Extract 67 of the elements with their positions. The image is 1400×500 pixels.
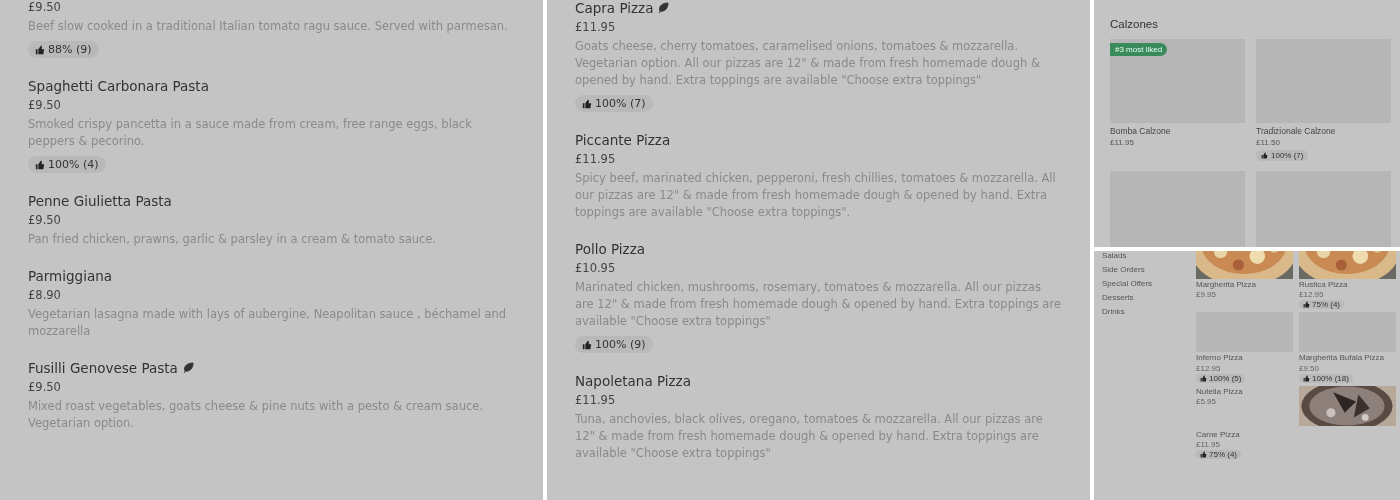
item-description: Marinated chicken, mushrooms, rosemary, tomatoes & mozzarella. All our pizzas are 12" & made from fresh homemade dough & opened by hand. Extra toppings are available "Choose extra toppings": [575, 279, 1062, 330]
item-name: Nutella Pizza: [1196, 386, 1243, 396]
item-name: Parmiggiana: [28, 268, 112, 284]
item-name: Inferno Pizza: [1196, 353, 1243, 363]
thumbs-up-icon: [582, 339, 592, 350]
rating-badge: 100% (7): [1256, 150, 1309, 161]
thumbs-up-icon: [582, 98, 592, 109]
item-price: £11.95: [575, 152, 616, 166]
rating-badge: 100% (9): [575, 336, 653, 353]
item-description: Pan fried chicken, prawns, garlic & parsley in a cream & tomato sauce.: [28, 231, 437, 248]
item-name: Fusilli Genovese Pasta: [28, 360, 178, 376]
thumbs-up-icon: [1303, 374, 1310, 382]
item-name: Spaghetti Carbonara Pasta: [28, 78, 209, 94]
thumbs-up-icon: [1303, 301, 1310, 309]
item-description: Spicy beef, marinated chicken, pepperoni, fresh chillies, tomatoes & mozzarella. All our pizzas are 12" & made from fresh homemade dough & opened by hand. Extra toppings are available "Choose extra toppings".: [575, 170, 1057, 221]
rating-badge: 100% (5): [1196, 373, 1246, 383]
category-link[interactable]: Special Offers: [1102, 279, 1196, 288]
item-price: £12.95: [1299, 290, 1324, 300]
item-price: £9.95: [1196, 290, 1217, 300]
item-price: £9.50: [28, 98, 61, 112]
category-link[interactable]: Drinks: [1102, 307, 1196, 316]
category-link[interactable]: Desserts: [1102, 293, 1196, 302]
item-name: Carne Pizza: [1196, 429, 1240, 439]
most-liked-badge: #3 most liked: [1110, 43, 1168, 56]
item-name: Margherita Bufala Pizza: [1299, 353, 1384, 363]
item-price: £11.95: [575, 20, 616, 34]
category-link[interactable]: Salads: [1102, 251, 1196, 260]
item-name: Capra Pizza: [575, 0, 654, 16]
rating-badge: 88% (9): [28, 41, 99, 58]
item-description: Tuna, anchovies, black olives, oregano, tomatoes & mozzarella. All our pizzas are 12" & made from fresh homemade dough & opened by hand. Extra toppings are available "Choose extra toppings": [575, 411, 1044, 462]
item-name: Margherita Pizza: [1196, 280, 1257, 290]
category-link[interactable]: Side Orders: [1102, 265, 1196, 274]
item-description: Beef slow cooked in a traditional Italian tomato ragu sauce. Served with parmesan.: [28, 18, 508, 35]
item-name: Napoletana Pizza: [575, 373, 691, 389]
item-description: Smoked crispy pancetta in a sauce made from cream, free range eggs, black peppers & pecorino.: [28, 116, 473, 150]
item-price: £8.90: [28, 288, 61, 302]
rating-badge: 100% (18): [1299, 373, 1353, 383]
item-description: Mixed roast vegetables, goats cheese & pine nuts with a pesto & cream sauce. Vegetarian option.: [28, 398, 484, 432]
item-name: Bomba Calzone: [1110, 126, 1171, 136]
rating-badge: 100% (4): [28, 156, 106, 173]
item-price: £9.50: [28, 0, 61, 14]
thumbs-up-icon: [35, 159, 45, 170]
rating-badge: 75% (4): [1299, 300, 1344, 310]
item-price: £11.95: [575, 393, 616, 407]
item-price: £10.95: [575, 261, 616, 275]
thumbs-up-icon: [1261, 152, 1268, 159]
item-price: £9.50: [28, 380, 61, 394]
item-description: Vegetarian lasagna made with lays of aubergine, Neapolitan sauce , béchamel and mozzarella: [28, 306, 508, 340]
item-price: £9.50: [28, 213, 61, 227]
item-price: £5.95: [1196, 396, 1217, 407]
item-description: Goats cheese, cherry tomatoes, caramelised onions, tomatoes & mozzarella. Vegetarian option. All our pizzas are 12" & made from fresh homemade dough & opened by hand. Extra toppings are available "Choose extra toppings": [575, 38, 1041, 89]
item-price: £9.50: [1299, 363, 1320, 373]
item-price: £11.95: [1196, 439, 1220, 450]
thumbs-up-icon: [35, 44, 45, 55]
item-name: Penne Giulietta Pasta: [28, 193, 172, 209]
item-name: Pollo Pizza: [575, 241, 645, 257]
thumbs-up-icon: [1200, 451, 1207, 459]
thumbs-up-icon: [1200, 374, 1207, 382]
item-price: £11.95: [1110, 138, 1134, 147]
item-name: Rustica Pizza: [1299, 280, 1348, 290]
item-name: Tradizionale Calzone: [1256, 126, 1336, 136]
item-name: Piccante Pizza: [575, 132, 671, 148]
section-heading: Calzones: [1110, 18, 1159, 30]
item-price: £12.95: [1196, 363, 1221, 373]
item-price: £11.50: [1256, 138, 1280, 147]
rating-badge: 75% (4): [1196, 450, 1241, 460]
rating-badge: 100% (7): [575, 95, 653, 112]
